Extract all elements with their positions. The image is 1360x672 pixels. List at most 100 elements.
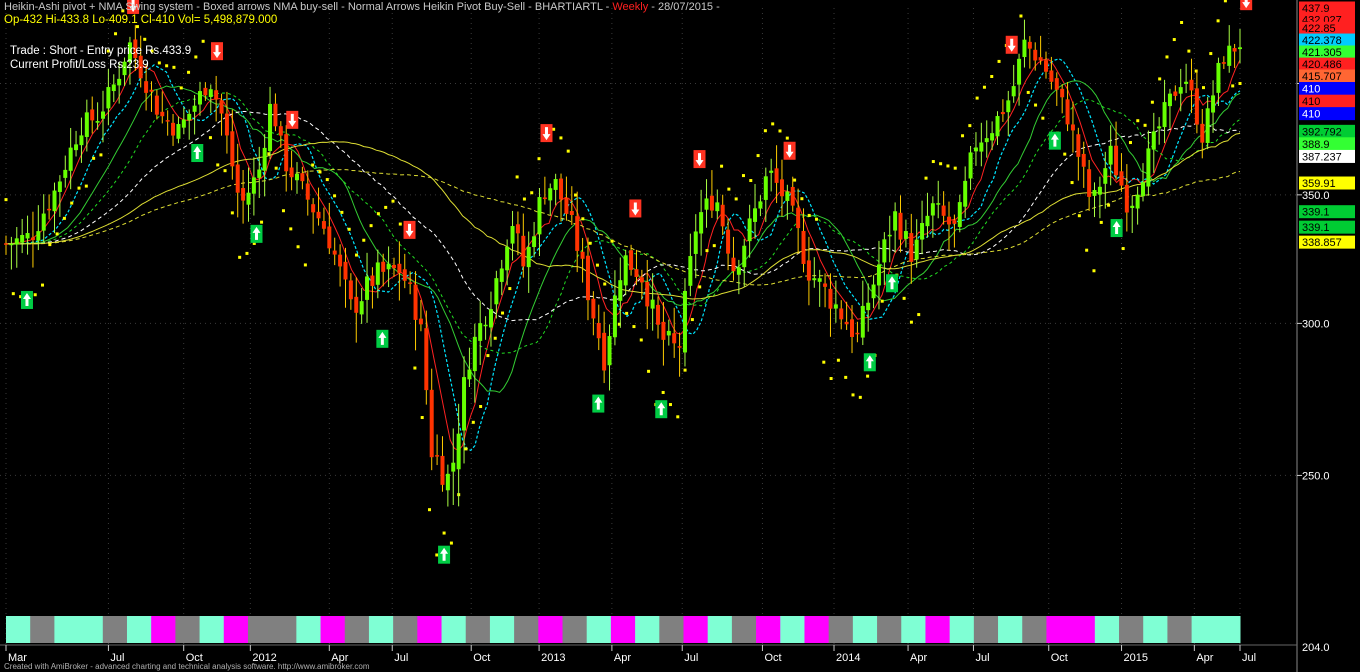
psar-dot <box>574 193 578 197</box>
candle-body <box>1022 39 1027 58</box>
candle-body <box>596 322 601 339</box>
candle-body <box>1157 126 1162 129</box>
psar-dot <box>201 39 205 43</box>
candle-body <box>1076 134 1081 157</box>
psar-dot <box>1216 19 1220 23</box>
band-segment <box>54 616 80 643</box>
candle-body <box>68 147 73 171</box>
candle-body <box>1130 205 1135 209</box>
candle-body <box>753 208 758 222</box>
candle-body <box>968 152 973 179</box>
sell-signal-box <box>211 42 224 61</box>
band-segment <box>973 616 999 643</box>
band-segment <box>1094 616 1120 643</box>
psar-dot <box>376 212 380 216</box>
candle-body <box>9 243 14 246</box>
candle-body <box>526 246 531 268</box>
candle-body <box>898 212 903 240</box>
candle-body <box>343 261 348 280</box>
psar-dot <box>1128 141 1132 145</box>
price-label: 339.1 <box>1299 220 1355 234</box>
candle-body <box>806 260 811 281</box>
band-segment <box>1046 616 1072 643</box>
sell-signal-box <box>1005 35 1018 54</box>
price-label-text: 422.378 <box>1302 35 1342 47</box>
candle-body <box>494 278 499 305</box>
psar-dot <box>493 336 497 340</box>
band-segment <box>1215 616 1241 643</box>
price-label: 410 <box>1299 107 1355 121</box>
candle-body <box>564 197 569 214</box>
candle-body <box>693 231 698 254</box>
price-label-text: 387.237 <box>1302 151 1342 163</box>
psar-dot <box>917 313 921 317</box>
candle-body <box>348 280 353 300</box>
x-tick-label: Oct <box>1051 652 1068 664</box>
candle-body <box>192 105 197 112</box>
candle-body <box>257 169 262 178</box>
band-segment <box>393 616 418 643</box>
y-tick-label: 350.0 <box>1302 190 1330 202</box>
price-label-text: 421.305 <box>1302 47 1342 59</box>
band-segment <box>272 616 297 643</box>
psar-dot <box>1107 203 1111 207</box>
candle-body <box>909 233 914 262</box>
candle-body <box>585 255 590 301</box>
candle-body <box>1178 87 1183 94</box>
psar-dot <box>281 209 285 213</box>
candle-body <box>251 177 256 194</box>
candle-body <box>176 124 181 139</box>
candle-body <box>559 178 564 200</box>
buy-signal-box <box>20 290 33 309</box>
band-segment <box>489 616 515 643</box>
candle-body <box>774 168 779 183</box>
candle-body <box>84 112 89 137</box>
psar-dot <box>968 124 972 128</box>
candle-body <box>1194 88 1199 125</box>
candle-body <box>1216 62 1221 93</box>
candle-body <box>1211 95 1216 113</box>
candle-body <box>666 330 671 336</box>
candle-body <box>41 213 46 231</box>
candle-body <box>1000 112 1005 115</box>
candle-body <box>914 239 919 260</box>
candle-body <box>1189 79 1194 91</box>
psar-dot <box>1223 0 1227 3</box>
y-tick-label: 300.0 <box>1302 318 1330 330</box>
psar-dot <box>1143 123 1147 127</box>
psar-dot <box>4 198 8 202</box>
candle-body <box>338 254 343 267</box>
candle-body <box>14 238 19 245</box>
candle-body <box>435 455 440 457</box>
candle-body <box>801 230 806 264</box>
candle-body <box>311 204 316 213</box>
psar-dot <box>559 136 563 140</box>
candle-body <box>893 211 898 231</box>
band-segment <box>586 616 612 643</box>
candle-body <box>483 324 488 327</box>
candle-body <box>214 90 219 100</box>
band-segment <box>1167 616 1193 643</box>
x-tick-label: 2015 <box>1124 652 1148 664</box>
psar-dot <box>705 249 709 253</box>
candle-body <box>219 100 224 114</box>
candle-body <box>515 224 520 234</box>
psar-dot <box>471 420 475 424</box>
psar-dot <box>384 205 388 209</box>
band-segment <box>199 616 225 643</box>
candle-body <box>1017 58 1022 85</box>
psar-dot <box>530 191 534 195</box>
candle-body <box>1141 182 1146 197</box>
candle-body <box>618 280 623 301</box>
band-segment <box>925 616 951 643</box>
psar-dot <box>428 508 432 512</box>
footer-credit: Created with AmiBroker - advanced charti… <box>4 662 370 671</box>
psar-dot <box>1238 81 1242 85</box>
psar-dot <box>303 263 307 267</box>
candle-body <box>936 203 941 205</box>
candle-body <box>499 268 504 282</box>
candle-body <box>656 304 661 325</box>
psar-dot <box>238 255 242 259</box>
ohlc-readout: Op-432 Hi-433.8 Lo-409.1 Cl-410 Vol= 5,4… <box>4 14 278 26</box>
price-chart[interactable]: 250.0300.0350.0400.0204.0437.9432.027422… <box>0 0 1360 672</box>
